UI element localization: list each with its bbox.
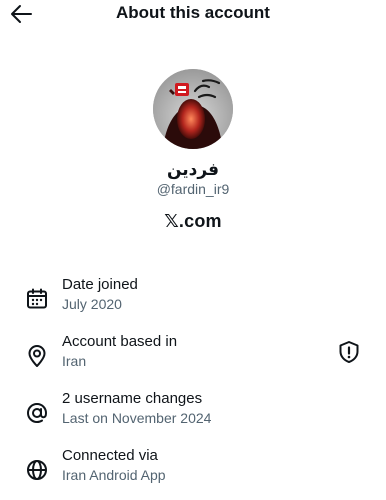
username-changes-row: 2 username changes Last on November 2024 (0, 390, 386, 438)
location-pin-icon (28, 345, 46, 367)
calendar-icon (27, 288, 47, 309)
top-bar: About this account (0, 0, 386, 30)
connected-via-label: Connected via (62, 447, 158, 464)
account-based-in-row: Account based in Iran (0, 333, 386, 381)
username-handle: @fardin_ir9 (156, 181, 230, 197)
shield-alert-icon[interactable] (338, 340, 360, 364)
at-sign-icon (26, 402, 48, 424)
date-joined-label: Date joined (62, 276, 138, 293)
connected-via-value: Iran Android App (62, 467, 166, 483)
username-changes-value: Last on November 2024 (62, 410, 212, 426)
account-based-in-value: Iran (62, 353, 87, 369)
page-title: About this account (116, 3, 270, 22)
connected-via-row: Connected via Iran Android App (0, 447, 386, 495)
date-joined-value: July 2020 (62, 296, 122, 312)
globe-icon (27, 460, 47, 480)
date-joined-row: Date joined July 2020 (0, 276, 386, 324)
display-name: فردین (166, 160, 220, 180)
username-changes-label: 2 username changes (62, 390, 203, 407)
account-based-in-label: Account based in (62, 333, 178, 350)
avatar[interactable] (153, 69, 233, 149)
x-com-label: 𝕏.com (164, 211, 222, 231)
